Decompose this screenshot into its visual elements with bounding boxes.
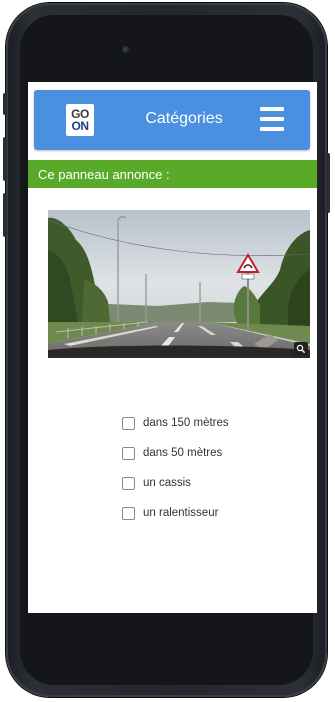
app-screen: GO ON Catégories Ce panneau annonce : da…: [28, 82, 317, 613]
answer-label: dans 50 mètres: [143, 447, 223, 459]
road-sign-photo[interactable]: [48, 210, 310, 358]
answer-checkbox[interactable]: [122, 506, 135, 520]
hamburger-menu-icon[interactable]: [260, 107, 284, 133]
page-title: Catégories: [145, 110, 223, 127]
answer-checkbox[interactable]: [122, 476, 135, 490]
question-bar: Ce panneau annonce :: [28, 160, 317, 188]
question-text: Ce panneau annonce :: [38, 167, 170, 182]
answer-label: un ralentisseur: [143, 507, 219, 519]
phone-side-button: [3, 93, 7, 115]
front-camera-icon: [122, 46, 130, 54]
answer-option-2[interactable]: dans 50 mètres: [122, 438, 229, 468]
answer-checkbox[interactable]: [122, 416, 135, 430]
app-logo[interactable]: GO ON: [66, 104, 94, 136]
phone-volume-up-button: [3, 137, 7, 181]
app-header: GO ON Catégories: [34, 90, 310, 150]
answers-list: dans 150 mètres dans 50 mètres un cassis…: [122, 408, 229, 528]
answer-option-1[interactable]: dans 150 mètres: [122, 408, 229, 438]
phone-power-button: [326, 153, 330, 213]
phone-volume-down-button: [3, 193, 7, 237]
answer-label: un cassis: [143, 477, 191, 489]
answer-label: dans 150 mètres: [143, 417, 229, 429]
answer-checkbox[interactable]: [122, 446, 135, 460]
magnifier-icon[interactable]: [294, 342, 308, 356]
road-scene-illustration: [48, 210, 310, 358]
answer-option-4[interactable]: un ralentisseur: [122, 498, 229, 528]
logo-text-bottom: ON: [71, 119, 90, 133]
answer-option-3[interactable]: un cassis: [122, 468, 229, 498]
